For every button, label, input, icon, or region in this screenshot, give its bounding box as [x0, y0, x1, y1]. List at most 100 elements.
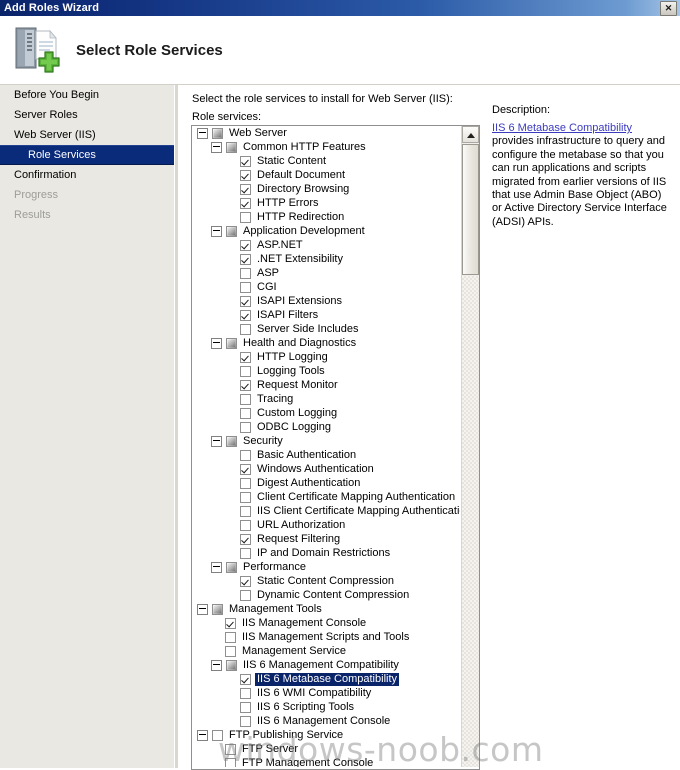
tree-row[interactable]: IIS Management Scripts and Tools: [192, 630, 460, 644]
scrollbar-thumb[interactable]: [462, 144, 479, 275]
tree-checkbox[interactable]: [240, 197, 251, 209]
tree-checkbox[interactable]: [226, 337, 237, 349]
tree-checkbox[interactable]: [240, 505, 251, 517]
tree-row[interactable]: Custom Logging: [192, 406, 460, 420]
tree-row[interactable]: CGI: [192, 280, 460, 294]
tree-checkbox[interactable]: [240, 155, 251, 167]
tree-checkbox[interactable]: [240, 393, 251, 405]
tree-row[interactable]: IIS 6 Management Compatibility: [192, 658, 460, 672]
tree-checkbox[interactable]: [240, 449, 251, 461]
description-link[interactable]: IIS 6 Metabase Compatibility: [492, 122, 632, 134]
tree-row[interactable]: IP and Domain Restrictions: [192, 546, 460, 560]
tree-checkbox[interactable]: [240, 183, 251, 195]
tree-row[interactable]: ISAPI Filters: [192, 308, 460, 322]
tree-checkbox[interactable]: [240, 477, 251, 489]
tree-row[interactable]: HTTP Errors: [192, 196, 460, 210]
tree-row[interactable]: URL Authorization: [192, 518, 460, 532]
tree-row[interactable]: IIS Client Certificate Mapping Authentic…: [192, 504, 460, 518]
tree-row[interactable]: .NET Extensibility: [192, 252, 460, 266]
tree-checkbox[interactable]: [212, 603, 223, 615]
tree-row[interactable]: Management Tools: [192, 602, 460, 616]
tree-checkbox[interactable]: [225, 757, 236, 767]
tree-checkbox[interactable]: [240, 295, 251, 307]
tree-checkbox[interactable]: [226, 435, 237, 447]
tree-row[interactable]: Basic Authentication: [192, 448, 460, 462]
tree-row[interactable]: IIS Management Console: [192, 616, 460, 630]
tree-checkbox[interactable]: [240, 575, 251, 587]
tree-row[interactable]: FTP Server: [192, 742, 460, 756]
tree-checkbox[interactable]: [225, 645, 236, 657]
tree-row[interactable]: ASP: [192, 266, 460, 280]
tree-checkbox[interactable]: [240, 463, 251, 475]
collapse-minus-icon[interactable]: [197, 603, 208, 615]
close-icon[interactable]: ✕: [660, 0, 677, 16]
tree-checkbox[interactable]: [226, 561, 237, 573]
tree-checkbox[interactable]: [240, 407, 251, 419]
tree-checkbox[interactable]: [240, 379, 251, 391]
tree-row[interactable]: Client Certificate Mapping Authenticatio…: [192, 490, 460, 504]
tree-checkbox[interactable]: [240, 351, 251, 363]
tree-row[interactable]: ISAPI Extensions: [192, 294, 460, 308]
tree-checkbox[interactable]: [226, 225, 237, 237]
tree-checkbox[interactable]: [240, 701, 251, 713]
collapse-minus-icon[interactable]: [197, 729, 208, 741]
collapse-minus-icon[interactable]: [211, 225, 222, 237]
tree-row[interactable]: Web Server: [192, 126, 460, 140]
tree-row[interactable]: ASP.NET: [192, 238, 460, 252]
tree-checkbox[interactable]: [240, 491, 251, 503]
tree-row[interactable]: IIS 6 Scripting Tools: [192, 700, 460, 714]
tree-checkbox[interactable]: [240, 281, 251, 293]
tree-row[interactable]: Performance: [192, 560, 460, 574]
tree-row[interactable]: IIS 6 WMI Compatibility: [192, 686, 460, 700]
tree-row[interactable]: FTP Publishing Service: [192, 728, 460, 742]
tree-checkbox[interactable]: [240, 687, 251, 699]
tree-row[interactable]: Tracing: [192, 392, 460, 406]
tree-checkbox[interactable]: [240, 253, 251, 265]
tree-row[interactable]: IIS 6 Metabase Compatibility: [192, 672, 460, 686]
sidebar-item-confirmation[interactable]: Confirmation: [0, 165, 174, 185]
tree-row[interactable]: Logging Tools: [192, 364, 460, 378]
tree-checkbox[interactable]: [225, 631, 236, 643]
tree-checkbox[interactable]: [240, 421, 251, 433]
tree-row[interactable]: Application Development: [192, 224, 460, 238]
tree-checkbox[interactable]: [240, 533, 251, 545]
collapse-minus-icon[interactable]: [211, 561, 222, 573]
tree-checkbox[interactable]: [226, 659, 237, 671]
tree-checkbox[interactable]: [240, 673, 251, 685]
tree-row[interactable]: Static Content: [192, 154, 460, 168]
tree-checkbox[interactable]: [212, 127, 223, 139]
tree-row[interactable]: Health and Diagnostics: [192, 336, 460, 350]
tree-checkbox[interactable]: [240, 547, 251, 559]
tree-row[interactable]: HTTP Redirection: [192, 210, 460, 224]
tree-row[interactable]: ODBC Logging: [192, 420, 460, 434]
collapse-minus-icon[interactable]: [197, 127, 208, 139]
sidebar-item-server-roles[interactable]: Server Roles: [0, 105, 174, 125]
tree-checkbox[interactable]: [240, 715, 251, 727]
collapse-minus-icon[interactable]: [211, 141, 222, 153]
tree-checkbox[interactable]: [212, 729, 223, 741]
scroll-up-button[interactable]: [462, 126, 479, 143]
tree-row[interactable]: Directory Browsing: [192, 182, 460, 196]
tree-checkbox[interactable]: [240, 519, 251, 531]
tree-checkbox[interactable]: [240, 239, 251, 251]
tree-row[interactable]: Request Filtering: [192, 532, 460, 546]
tree-row[interactable]: HTTP Logging: [192, 350, 460, 364]
tree-checkbox[interactable]: [240, 169, 251, 181]
tree-checkbox[interactable]: [225, 617, 236, 629]
sidebar-item-role-services[interactable]: Role Services: [0, 145, 174, 165]
tree-row[interactable]: Common HTTP Features: [192, 140, 460, 154]
tree-checkbox[interactable]: [225, 743, 236, 755]
tree-row[interactable]: Security: [192, 434, 460, 448]
scrollbar-track[interactable]: [462, 276, 479, 767]
tree-checkbox[interactable]: [240, 589, 251, 601]
tree-checkbox[interactable]: [240, 365, 251, 377]
tree-row[interactable]: Windows Authentication: [192, 462, 460, 476]
tree-checkbox[interactable]: [240, 309, 251, 321]
tree-row[interactable]: Digest Authentication: [192, 476, 460, 490]
tree-row[interactable]: Request Monitor: [192, 378, 460, 392]
tree-checkbox[interactable]: [240, 211, 251, 223]
tree-vertical-scrollbar[interactable]: [461, 126, 479, 767]
tree-checkbox[interactable]: [226, 141, 237, 153]
tree-row[interactable]: IIS 6 Management Console: [192, 714, 460, 728]
collapse-minus-icon[interactable]: [211, 659, 222, 671]
